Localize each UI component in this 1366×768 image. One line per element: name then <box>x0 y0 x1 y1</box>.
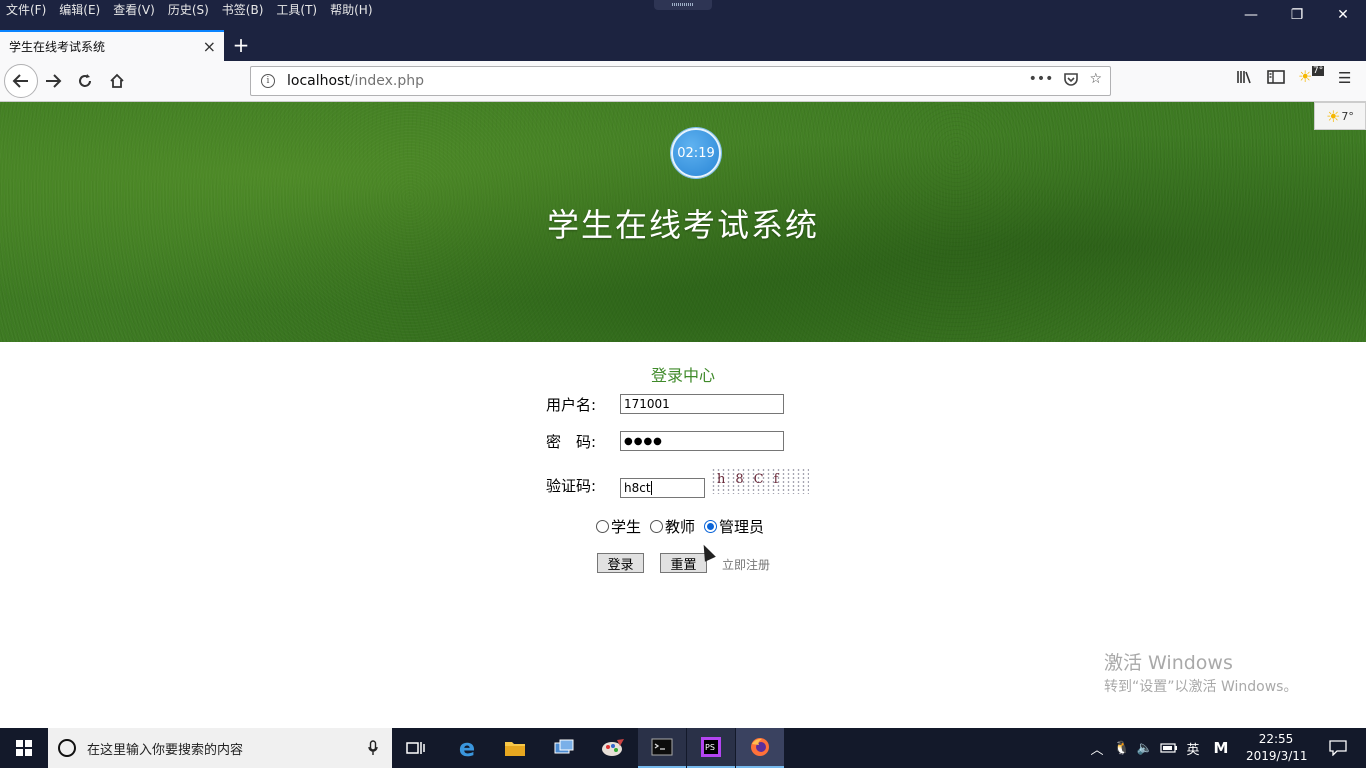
drag-handle[interactable] <box>654 0 712 10</box>
restore-button[interactable]: ❐ <box>1274 0 1320 30</box>
role-selector: 学生 教师 管理员 <box>596 516 773 537</box>
reload-icon <box>79 74 91 87</box>
system-title: 学生在线考试系统 <box>546 206 819 244</box>
login-heading: 登录中心 <box>650 366 715 385</box>
captcha-input[interactable]: h8ct <box>620 478 705 498</box>
ime-mode-icon[interactable]: M <box>1208 728 1234 768</box>
svg-text:PS: PS <box>705 743 715 752</box>
sun-icon: ☀ <box>1326 106 1341 126</box>
microphone-icon[interactable] <box>368 740 378 760</box>
countdown-clock: 02:19 <box>671 128 721 178</box>
cortana-icon <box>58 739 76 757</box>
new-tab-button[interactable]: + <box>230 33 252 57</box>
menu-bar: 文件(F) 编辑(E) 查看(V) 历史(S) 书签(B) 工具(T) 帮助(H… <box>0 0 380 20</box>
task-view-icon[interactable] <box>392 728 440 768</box>
terminal-app-icon[interactable] <box>638 728 686 768</box>
navigation-toolbar: i localhost/index.php ••• ☆ ☀ 7° ☰ <box>0 61 1366 102</box>
close-window-button[interactable]: ✕ <box>1320 0 1366 30</box>
show-hidden-icons[interactable]: ︿ <box>1088 728 1106 768</box>
radio-student[interactable] <box>596 520 609 533</box>
username-label: 用户名: <box>546 396 597 414</box>
volume-icon[interactable]: 🔈 <box>1136 728 1154 768</box>
forward-button[interactable] <box>38 66 68 96</box>
activation-watermark-text: 转到“设置”以激活 Windows。 <box>1104 679 1298 695</box>
login-form: 登录中心 用户名: 171001 密 码: ●●●● 验证码: h8ct h8C… <box>0 342 1366 728</box>
reload-button[interactable] <box>70 66 100 96</box>
battery-icon[interactable] <box>1158 728 1180 768</box>
role-student-label: 学生 <box>611 518 642 536</box>
phpstorm-app-icon[interactable]: PS <box>687 728 735 768</box>
search-placeholder: 在这里输入你要搜索的内容 <box>87 742 244 758</box>
menu-view[interactable]: 查看(V) <box>107 0 162 20</box>
menu-hamburger-icon[interactable]: ☰ <box>1338 69 1351 87</box>
menu-bookmarks[interactable]: 书签(B) <box>216 0 271 20</box>
text-caret <box>650 481 652 495</box>
pocket-icon[interactable] <box>1063 71 1079 91</box>
paint-app-icon[interactable] <box>589 728 637 768</box>
weather-extension-temp: 7° <box>1312 66 1325 76</box>
role-teacher-label: 教师 <box>665 518 696 536</box>
tab-bar: 学生在线考试系统 × + <box>0 30 1366 61</box>
file-explorer-icon[interactable] <box>491 728 539 768</box>
input-method-indicator[interactable]: 英 <box>1183 728 1203 768</box>
edge-browser-icon[interactable]: e <box>443 728 491 768</box>
weather-widget[interactable]: ☀ 7° <box>1314 102 1366 130</box>
weather-temp: 7° <box>1341 109 1354 123</box>
back-button[interactable] <box>4 64 38 98</box>
sidebar-icon[interactable] <box>1267 69 1285 89</box>
network-app-icon[interactable] <box>540 728 588 768</box>
windows-logo-icon <box>16 740 32 756</box>
activation-watermark-title: 激活 Windows <box>1104 652 1233 674</box>
window-titlebar: 文件(F) 编辑(E) 查看(V) 历史(S) 书签(B) 工具(T) 帮助(H… <box>0 0 1366 30</box>
password-label: 密 码: <box>546 433 597 451</box>
tab-title: 学生在线考试系统 <box>9 40 106 54</box>
menu-file[interactable]: 文件(F) <box>0 0 53 20</box>
menu-edit[interactable]: 编辑(E) <box>53 0 107 20</box>
site-info-icon[interactable]: i <box>261 74 275 88</box>
weather-extension-icon[interactable]: ☀ 7° <box>1298 66 1325 86</box>
tab-active[interactable]: 学生在线考试系统 × <box>0 30 224 61</box>
home-button[interactable] <box>102 66 132 96</box>
home-icon <box>110 73 124 88</box>
minimize-button[interactable]: — <box>1228 0 1274 30</box>
url-host: localhost <box>287 73 350 89</box>
menu-history[interactable]: 历史(S) <box>162 0 216 20</box>
url-actions: ••• ☆ <box>1029 71 1102 91</box>
radio-admin[interactable] <box>704 520 718 533</box>
captcha-input-value: h8ct <box>624 481 651 495</box>
captcha-label: 验证码: <box>546 477 597 495</box>
taskbar-clock[interactable]: 22:55 2019/3/11 <box>1246 731 1308 765</box>
reset-button[interactable]: 重置 <box>660 553 707 573</box>
sun-icon: ☀ <box>1298 67 1313 86</box>
captcha-image[interactable]: h8Cf <box>711 468 809 494</box>
bookmark-star-icon[interactable]: ☆ <box>1089 71 1102 91</box>
tab-close-icon[interactable]: × <box>203 37 216 56</box>
register-link[interactable]: 立即注册 <box>722 556 770 573</box>
clock-date: 2019/3/11 <box>1246 749 1308 763</box>
username-input[interactable]: 171001 <box>620 394 784 414</box>
role-admin-label: 管理员 <box>719 518 765 536</box>
menu-tools[interactable]: 工具(T) <box>270 0 324 20</box>
library-icon[interactable] <box>1236 69 1252 89</box>
menu-help[interactable]: 帮助(H) <box>324 0 379 20</box>
url-bar[interactable]: i localhost/index.php ••• ☆ <box>250 66 1111 96</box>
header-banner: 02:19 学生在线考试系统 <box>0 102 1366 342</box>
page-actions-icon[interactable]: ••• <box>1029 71 1054 91</box>
clock-time: 22:55 <box>1258 732 1294 746</box>
notification-center-icon[interactable] <box>1318 728 1358 768</box>
password-input[interactable]: ●●●● <box>620 431 784 451</box>
url-path: /index.php <box>349 73 424 89</box>
qq-tray-icon[interactable]: 🐧 <box>1112 728 1132 768</box>
login-button[interactable]: 登录 <box>597 553 644 573</box>
taskbar-search[interactable]: 在这里输入你要搜索的内容 <box>48 728 392 768</box>
back-arrow-icon <box>12 74 28 88</box>
firefox-app-icon[interactable] <box>736 728 784 768</box>
taskbar: 在这里输入你要搜索的内容 e PS ︿ 🐧 🔈 英 M 22:55 2019/3… <box>0 728 1366 768</box>
start-button[interactable] <box>0 728 48 768</box>
forward-arrow-icon <box>46 74 62 88</box>
radio-teacher[interactable] <box>650 520 664 533</box>
